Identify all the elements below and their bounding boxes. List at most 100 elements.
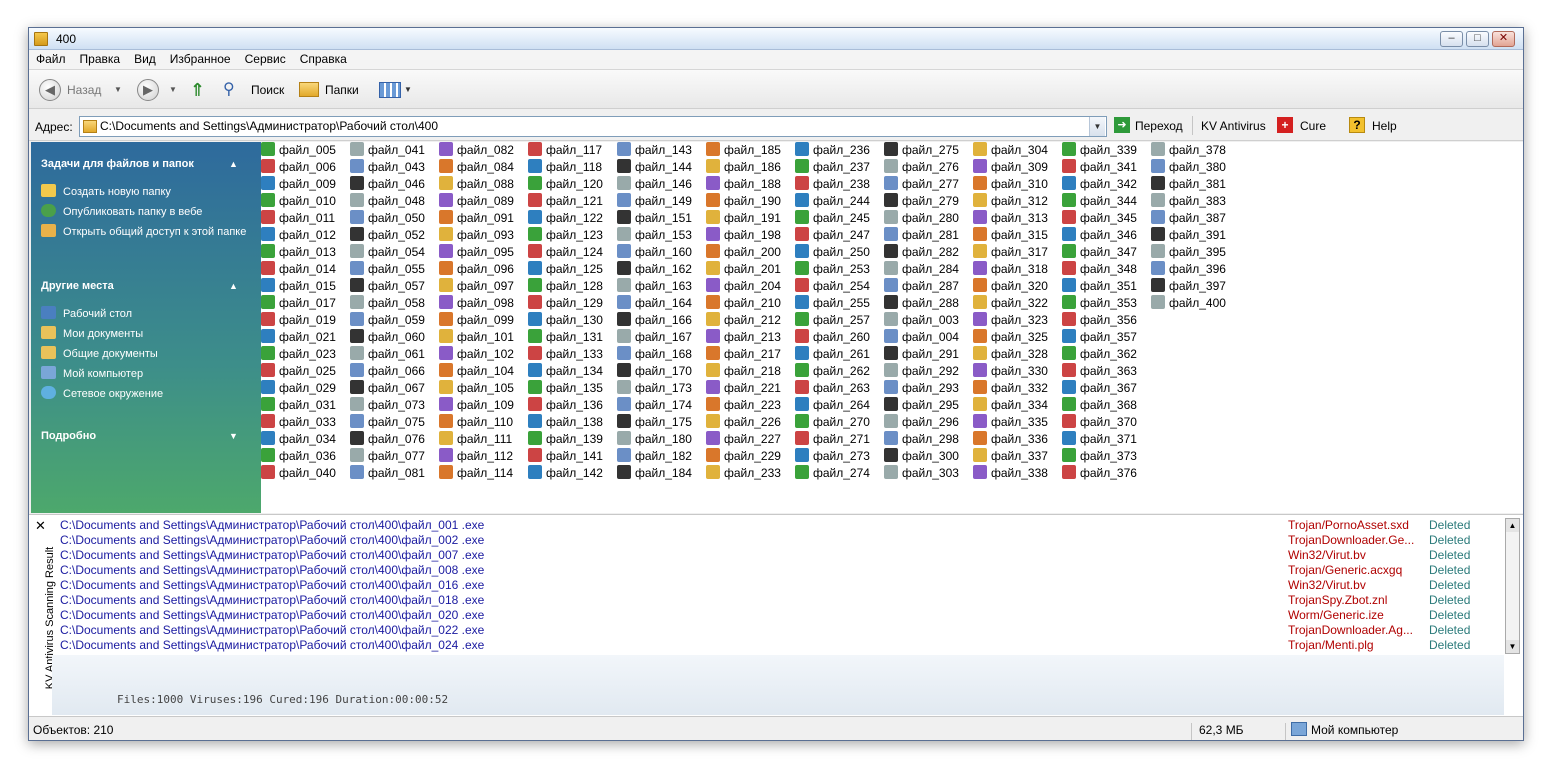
file-item[interactable]: файл_134 [528,363,603,380]
file-item[interactable]: файл_276 [884,159,959,176]
minimize-button[interactable]: – [1440,31,1463,47]
file-item[interactable]: файл_198 [706,227,781,244]
file-item[interactable]: файл_105 [439,380,514,397]
file-item[interactable]: файл_257 [795,312,870,329]
search-button[interactable]: Поиск [251,79,284,101]
file-item[interactable]: файл_254 [795,278,870,295]
file-item[interactable]: файл_096 [439,261,514,278]
file-item[interactable]: файл_084 [439,159,514,176]
menu-help[interactable]: Справка [293,50,354,66]
scrollbar[interactable]: ▲ ▼ [1505,518,1520,654]
file-item[interactable]: файл_280 [884,210,959,227]
file-item[interactable]: файл_338 [973,465,1048,482]
file-item[interactable]: файл_099 [439,312,514,329]
file-item[interactable]: файл_363 [1062,363,1137,380]
file-item[interactable]: файл_213 [706,329,781,346]
file-item[interactable]: файл_139 [528,431,603,448]
file-item[interactable]: файл_287 [884,278,959,295]
scan-row[interactable]: C:\Documents and Settings\Администратор\… [52,533,1503,548]
file-item[interactable]: файл_226 [706,414,781,431]
address-input[interactable]: C:\Documents and Settings\Администратор\… [79,116,1107,137]
scroll-up-icon[interactable]: ▲ [1506,519,1519,532]
file-item[interactable]: файл_237 [795,159,870,176]
file-item[interactable]: файл_284 [884,261,959,278]
file-item[interactable]: файл_367 [1062,380,1137,397]
file-item[interactable]: файл_093 [439,227,514,244]
file-item[interactable]: файл_168 [617,346,692,363]
file-item[interactable]: файл_255 [795,295,870,312]
file-item[interactable]: файл_190 [706,193,781,210]
file-item[interactable]: файл_320 [973,278,1048,295]
file-item[interactable]: файл_322 [973,295,1048,312]
file-item[interactable]: файл_293 [884,380,959,397]
file-item[interactable]: файл_006 [261,159,336,176]
file-item[interactable]: файл_135 [528,380,603,397]
file-item[interactable]: файл_317 [973,244,1048,261]
scan-row[interactable]: C:\Documents and Settings\Администратор\… [52,578,1503,593]
file-item[interactable]: файл_277 [884,176,959,193]
file-item[interactable]: файл_034 [261,431,336,448]
file-item[interactable]: файл_221 [706,380,781,397]
file-item[interactable]: файл_125 [528,261,603,278]
file-item[interactable]: файл_095 [439,244,514,261]
file-item[interactable]: файл_313 [973,210,1048,227]
file-item[interactable]: файл_244 [795,193,870,210]
scan-row[interactable]: C:\Documents and Settings\Администратор\… [52,563,1503,578]
scan-row[interactable]: C:\Documents and Settings\Администратор\… [52,548,1503,563]
file-item[interactable]: файл_058 [350,295,425,312]
file-item[interactable]: файл_009 [261,176,336,193]
file-item[interactable]: файл_396 [1151,261,1226,278]
file-item[interactable]: файл_342 [1062,176,1137,193]
file-item[interactable]: файл_111 [439,431,512,448]
file-item[interactable]: файл_200 [706,244,781,261]
file-item[interactable]: файл_162 [617,261,692,278]
file-item[interactable]: файл_387 [1151,210,1226,227]
file-item[interactable]: файл_204 [706,278,781,295]
file-item[interactable]: файл_066 [350,363,425,380]
views-icon[interactable] [379,82,401,98]
file-item[interactable]: файл_120 [528,176,603,193]
forward-dropdown-icon[interactable]: ▼ [169,79,177,101]
file-item[interactable]: файл_130 [528,312,603,329]
file-item[interactable]: файл_167 [617,329,692,346]
file-item[interactable]: файл_040 [261,465,336,482]
file-item[interactable]: файл_325 [973,329,1048,346]
address-dropdown-icon[interactable]: ▼ [1089,117,1105,136]
help-button[interactable]: Help [1372,119,1397,133]
file-item[interactable]: файл_015 [261,278,336,295]
file-item[interactable]: файл_118 [528,159,602,176]
file-item[interactable]: файл_097 [439,278,514,295]
file-item[interactable]: файл_114 [439,465,513,482]
file-item[interactable]: файл_036 [261,448,336,465]
file-item[interactable]: файл_133 [528,346,603,363]
file-item[interactable]: файл_336 [973,431,1048,448]
scan-row[interactable]: C:\Documents and Settings\Администратор\… [52,623,1503,638]
file-item[interactable]: файл_010 [261,193,336,210]
expand-down-icon[interactable]: ▼ [229,431,238,441]
task-share-folder[interactable]: Открыть общий доступ к этой папке [41,224,255,239]
back-button[interactable]: Назад [67,79,101,101]
cure-icon[interactable]: + [1277,117,1293,133]
file-item[interactable]: файл_270 [795,414,870,431]
file-item[interactable]: файл_337 [973,448,1048,465]
file-item[interactable]: файл_112 [439,448,513,465]
title-bar[interactable]: 400 – □ ✕ [29,28,1523,50]
file-item[interactable]: файл_184 [617,465,692,482]
file-item[interactable]: файл_144 [617,159,692,176]
file-item[interactable]: файл_013 [261,244,336,261]
place-shared-documents[interactable]: Общие документы [41,346,255,361]
file-item[interactable]: файл_309 [973,159,1048,176]
maximize-button[interactable]: □ [1466,31,1489,47]
details-section-title[interactable]: Подробно [41,430,96,442]
menu-edit[interactable]: Правка [73,50,128,66]
file-item[interactable]: файл_353 [1062,295,1137,312]
file-item[interactable]: файл_060 [350,329,425,346]
place-network[interactable]: Сетевое окружение [41,386,255,401]
file-item[interactable]: файл_110 [439,414,513,431]
file-item[interactable]: файл_282 [884,244,959,261]
file-item[interactable]: файл_033 [261,414,336,431]
file-item[interactable]: файл_059 [350,312,425,329]
task-new-folder[interactable]: Создать новую папку [41,184,255,199]
file-item[interactable]: файл_160 [617,244,692,261]
views-dropdown-icon[interactable]: ▼ [404,79,412,101]
